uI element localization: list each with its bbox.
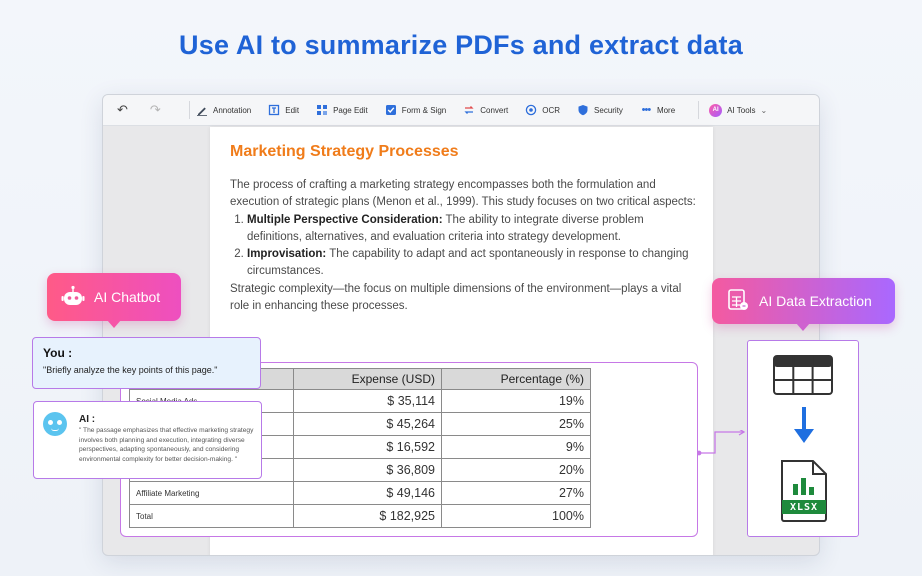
ai-data-extraction-label: AI Data Extraction	[759, 293, 872, 309]
toolbar-edit-button[interactable]: Edit	[268, 104, 299, 116]
user-label: You :	[43, 346, 73, 360]
table-cell: $ 16,592	[293, 435, 442, 459]
table-cell: $ 45,264	[293, 412, 442, 436]
table-cell: $ 35,114	[293, 389, 442, 413]
toolbar-edit-label: Edit	[285, 105, 300, 115]
ai-label: AI :	[79, 414, 96, 425]
table-cell: Total	[129, 504, 294, 528]
table-cell: 9%	[441, 435, 591, 459]
toolbar-convert-label: Convert	[480, 105, 509, 115]
table-cell: Affiliate Marketing	[129, 481, 294, 505]
ai-chatbot-pill[interactable]: AI Chatbot	[47, 273, 181, 328]
undo-icon[interactable]: ↶	[117, 102, 128, 118]
table-header: Expense (USD)	[293, 368, 442, 390]
spreadsheet-icon	[726, 288, 750, 314]
edit-icon	[268, 104, 280, 116]
ai-data-extraction-pill[interactable]: AI Data Extraction	[712, 278, 895, 331]
document-points: Multiple Perspective Consideration: The …	[247, 212, 700, 281]
document-point: Improvisation: The capability to adapt a…	[247, 246, 700, 281]
ai-tools-button[interactable]: AI AI Tools ⌄	[709, 103, 768, 117]
toolbar-divider	[189, 101, 190, 119]
toolbar-form-sign-label: Form & Sign	[401, 105, 447, 115]
document-body: The process of crafting a marketing stra…	[230, 177, 700, 315]
document-point: Multiple Perspective Consideration: The …	[247, 212, 700, 247]
convert-icon	[463, 104, 475, 116]
ai-message-text: " The passage emphasizes that effective …	[79, 427, 254, 463]
table-grid-icon	[773, 355, 833, 395]
user-message-text: "Briefly analyze the key points of this …	[43, 365, 218, 375]
table-row: Affiliate Marketing $ 49,146 27%	[129, 481, 591, 505]
ai-tools-label: AI Tools	[727, 105, 756, 115]
more-icon: •••	[641, 104, 652, 116]
toolbar-more-button[interactable]: ••• More	[640, 104, 676, 116]
table-cell: 25%	[441, 412, 591, 436]
table-cell: 100%	[441, 504, 591, 528]
toolbar-convert-button[interactable]: Convert	[463, 104, 508, 116]
toolbar-more-label: More	[656, 105, 676, 115]
table-cell: $ 49,146	[293, 481, 442, 505]
toolbar-divider	[698, 101, 700, 119]
pill-pointer	[107, 320, 121, 328]
ai-message: AI : " The passage emphasizes that effec…	[33, 401, 262, 479]
xlsx-label: XLSX	[789, 502, 819, 513]
ai-chatbot-label: AI Chatbot	[94, 289, 161, 305]
extraction-output-panel: XLSX	[747, 340, 859, 537]
pill-pointer	[796, 323, 810, 331]
pen-icon	[196, 104, 208, 116]
user-message: You : "Briefly analyze the key points of…	[32, 337, 261, 389]
table-cell: $ 36,809	[293, 458, 442, 482]
toolbar-security-button[interactable]: Security	[577, 104, 623, 116]
shield-icon	[577, 104, 589, 116]
table-cell: $ 182,925	[293, 504, 442, 528]
ai-avatar-icon	[43, 412, 67, 436]
toolbar-page-edit-button[interactable]: Page Edit	[316, 104, 368, 116]
document-conclusion: Strategic complexity—the focus on multip…	[230, 282, 682, 313]
toolbar: ↶ ↷ Annotation Edit Page Edit Form & Sig…	[103, 95, 819, 126]
table-cell: 20%	[441, 458, 591, 482]
table-cell: 27%	[441, 481, 591, 505]
ai-tools-icon: AI	[709, 103, 723, 117]
toolbar-annotation-label: Annotation	[213, 105, 252, 115]
document-intro: The process of crafting a marketing stra…	[230, 179, 696, 209]
toolbar-form-sign-button[interactable]: Form & Sign	[385, 104, 446, 116]
ocr-icon	[525, 104, 537, 116]
extraction-connector	[697, 430, 746, 456]
toolbar-annotation-button[interactable]: Annotation	[196, 104, 251, 116]
arrow-down-icon	[794, 407, 814, 443]
table-cell: 19%	[441, 389, 591, 413]
table-header: Percentage (%)	[441, 368, 591, 390]
headline: Use AI to summarize PDFs and extract dat…	[179, 30, 743, 60]
point-term: Multiple Perspective Consideration:	[247, 213, 443, 226]
table-row: Total $ 182,925 100%	[129, 504, 591, 528]
toolbar-page-edit-label: Page Edit	[333, 105, 368, 115]
point-term: Improvisation:	[247, 248, 327, 261]
toolbar-ocr-label: OCR	[542, 105, 561, 115]
chevron-down-icon: ⌄	[760, 105, 768, 115]
toolbar-ocr-button[interactable]: OCR	[525, 104, 560, 116]
document-title: Marketing Strategy Processes	[230, 143, 459, 160]
grid-icon	[316, 104, 328, 116]
robot-icon	[61, 285, 85, 310]
redo-icon[interactable]: ↷	[150, 102, 161, 118]
checkbox-icon	[385, 104, 397, 116]
toolbar-security-label: Security	[594, 105, 623, 115]
